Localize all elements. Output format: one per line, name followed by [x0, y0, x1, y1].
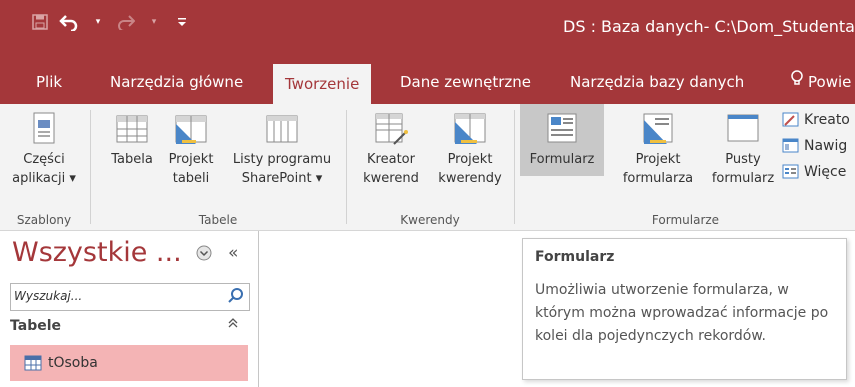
more-forms-label: Więce	[804, 164, 847, 180]
navigation-label: Nawig	[804, 138, 848, 154]
application-parts-label-1: Części	[23, 152, 65, 167]
table-button[interactable]: Tabela	[106, 104, 158, 169]
form-label: Formularz	[529, 152, 595, 167]
tab-file[interactable]: Plik	[36, 60, 62, 104]
search-icon[interactable]	[227, 287, 245, 309]
tab-tell-me[interactable]: Powie	[790, 60, 851, 104]
table-design-button[interactable]: Projekt tabeli	[162, 104, 220, 188]
group-label-templates: Szablony	[16, 213, 72, 227]
table-icon	[113, 110, 151, 148]
group-divider	[90, 110, 91, 224]
table-design-label-2: tabeli	[172, 171, 210, 186]
query-wizard-icon	[372, 110, 410, 148]
collapse-pane-icon[interactable]: «	[228, 243, 238, 263]
tooltip-title: Formularz	[535, 249, 615, 265]
group-label-forms: Formularze	[651, 213, 720, 227]
tell-me-label: Powie	[808, 73, 852, 91]
tab-home[interactable]: Narzędzia główne	[110, 60, 243, 104]
redo-dropdown-icon[interactable]: ▾	[144, 12, 164, 32]
form-wizard-button[interactable]: Kreato	[782, 112, 850, 128]
tab-external-data[interactable]: Dane zewnętrzne	[400, 60, 531, 104]
group-queries: Kreator kwerend Projekt kwerendy Kwerend…	[348, 104, 512, 230]
query-design-button[interactable]: Projekt kwerendy	[432, 104, 508, 188]
save-icon[interactable]	[30, 12, 50, 32]
nav-category-tables[interactable]: Tabele	[10, 313, 248, 339]
application-parts-label-2: aplikacji ▾	[12, 171, 76, 186]
lightbulb-icon	[790, 61, 804, 105]
ribbon-tabs: Plik Narzędzia główne Tworzenie Dane zew…	[0, 60, 855, 104]
form-design-label-2: formularza	[622, 171, 694, 186]
form-design-button[interactable]: Projekt formularza	[608, 104, 708, 188]
group-divider	[346, 110, 347, 224]
sharepoint-lists-label-2: SharePoint ▾	[241, 171, 323, 186]
navigation-icon	[782, 138, 800, 154]
application-parts-icon	[25, 110, 63, 148]
application-parts-button[interactable]: Części aplikacji ▾	[4, 104, 84, 188]
sharepoint-lists-label-1: Listy programu	[232, 152, 332, 167]
group-divider	[514, 110, 515, 224]
blank-form-button[interactable]: Pusty formularz	[702, 104, 784, 188]
group-forms: Formularz Projekt formularza Pusty formu…	[516, 104, 855, 230]
form-wizard-label: Kreato	[804, 112, 850, 128]
group-tables: Tabela Projekt tabeli Listy programu Sha…	[92, 104, 344, 230]
sharepoint-list-icon	[263, 110, 301, 148]
more-forms-button[interactable]: Więce	[782, 164, 846, 180]
form-icon	[543, 110, 581, 148]
customize-icon[interactable]	[172, 12, 192, 32]
query-design-icon	[451, 110, 489, 148]
table-label: Tabela	[111, 152, 153, 167]
blank-form-icon	[724, 110, 762, 148]
group-templates: Części aplikacji ▾ Szablony	[0, 104, 88, 230]
tab-create[interactable]: Tworzenie	[273, 64, 372, 104]
form-button[interactable]: Formularz	[520, 104, 604, 176]
form-wizard-icon	[782, 112, 800, 128]
nav-pane-header[interactable]: Wszystkie ...	[12, 237, 182, 268]
tooltip-body: Umożliwia utworzenie formularza, w który…	[535, 282, 829, 344]
nav-category-label: Tabele	[10, 318, 62, 334]
nav-item-label: tOsoba	[48, 355, 98, 371]
group-label-queries: Kwerendy	[400, 213, 460, 227]
nav-item-tosoba[interactable]: tOsoba	[10, 345, 248, 381]
quick-access-toolbar: ▾ ▾	[30, 12, 192, 32]
query-wizard-button[interactable]: Kreator kwerend	[354, 104, 428, 188]
undo-dropdown-icon[interactable]: ▾	[88, 12, 108, 32]
query-design-label-1: Projekt	[447, 152, 493, 167]
form-design-icon	[639, 110, 677, 148]
more-forms-icon	[782, 164, 800, 180]
sharepoint-lists-button[interactable]: Listy programu SharePoint ▾	[226, 104, 338, 188]
table-design-icon	[172, 110, 210, 148]
form-design-label-1: Projekt	[635, 152, 681, 167]
navigation-pane: Wszystkie ... « Wyszukaj... Tabele tOsob…	[0, 231, 259, 387]
navigation-button[interactable]: Nawig	[782, 138, 847, 154]
group-label-tables: Tabele	[198, 213, 238, 227]
query-design-label-2: kwerendy	[438, 171, 502, 186]
table-design-label-1: Projekt	[168, 152, 214, 167]
undo-icon[interactable]	[58, 12, 80, 32]
nav-search-box[interactable]: Wyszukaj...	[10, 283, 250, 311]
query-wizard-label-1: Kreator	[367, 152, 415, 167]
query-wizard-label-2: kwerend	[363, 171, 419, 186]
nav-pane-menu-icon[interactable]	[196, 245, 212, 265]
ribbon: Części aplikacji ▾ Szablony Tabela Proje…	[0, 104, 855, 231]
double-chevron-up-icon[interactable]	[228, 313, 238, 339]
title-bar: ▾ ▾ DS : Baza danych- C:\Dom_Studenta\	[0, 0, 855, 60]
tab-database-tools[interactable]: Narzędzia bazy danych	[570, 60, 744, 104]
redo-icon[interactable]	[116, 12, 136, 32]
blank-form-label-1: Pusty	[725, 152, 761, 167]
blank-form-label-2: formularz	[711, 171, 775, 186]
tooltip: Formularz Umożliwia utworzenie formularz…	[522, 238, 847, 380]
nav-search-input[interactable]: Wyszukaj...	[14, 289, 82, 303]
table-icon	[24, 355, 42, 375]
window-title: DS : Baza danych- C:\Dom_Studenta\	[563, 17, 855, 36]
